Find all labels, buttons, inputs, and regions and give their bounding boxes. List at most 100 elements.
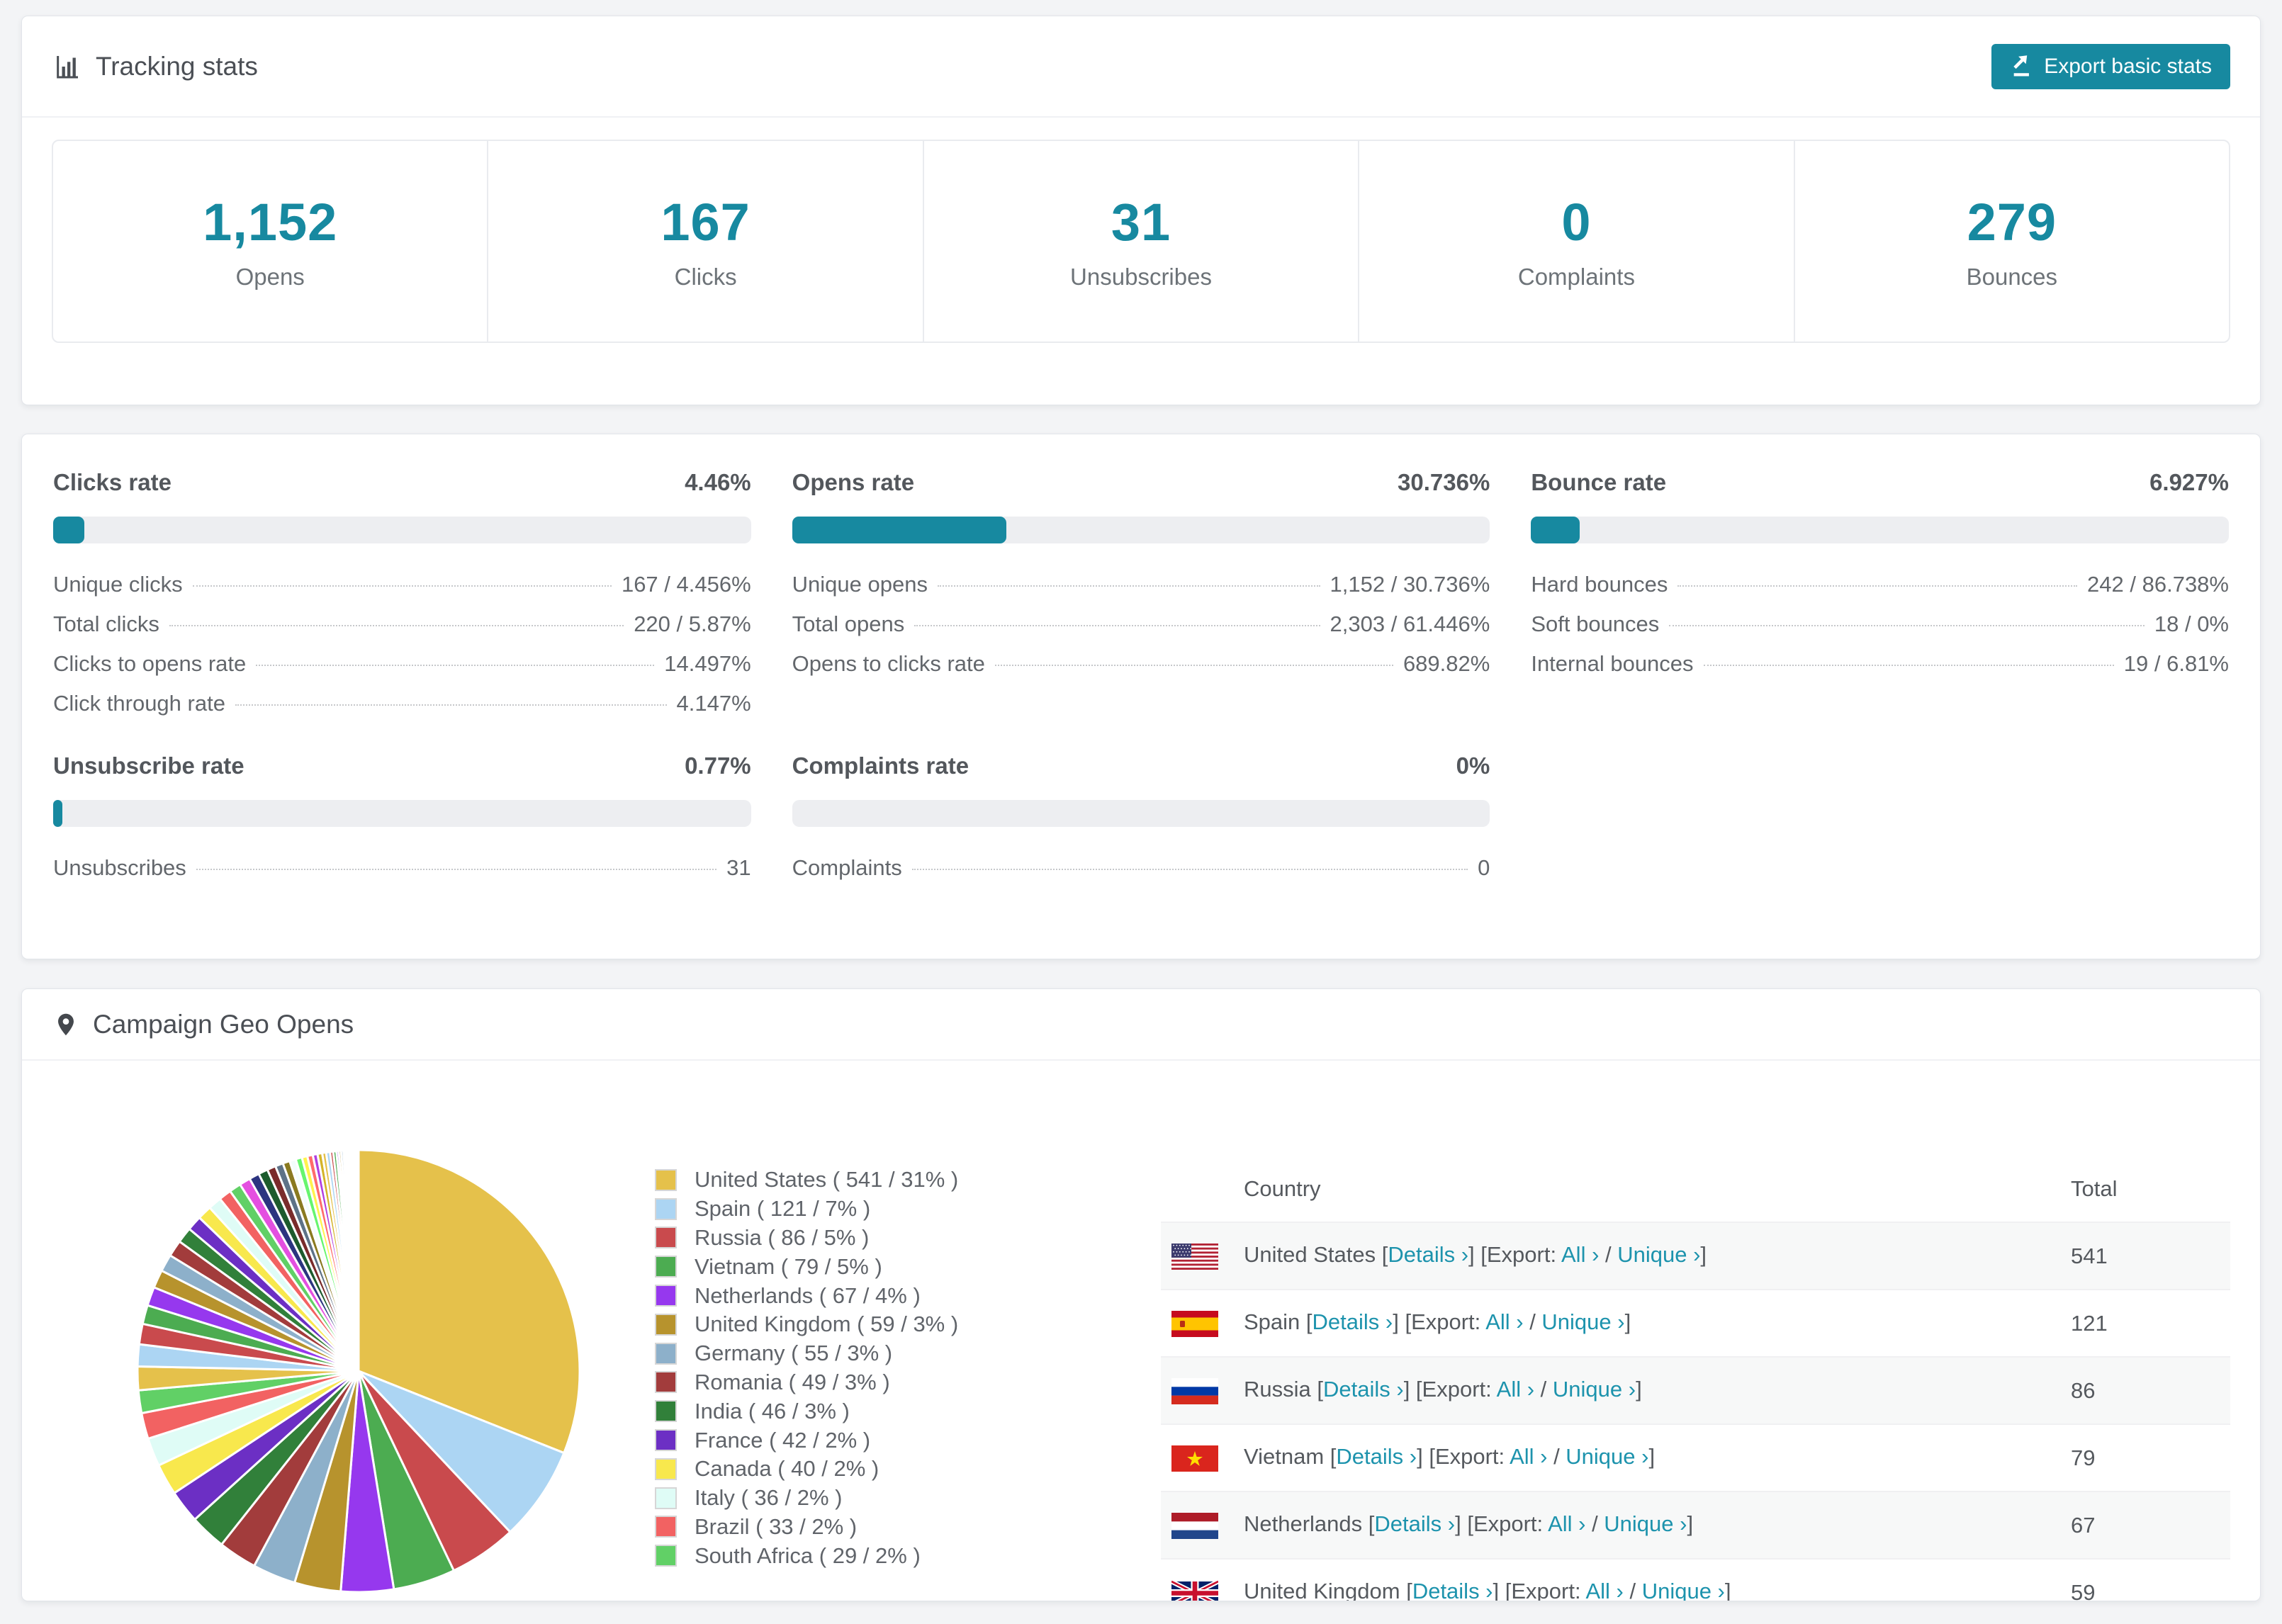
export-all-link[interactable]: All › [1497,1377,1534,1402]
rate-row-label: Hard bounces [1531,572,1668,597]
legend-label: Brazil ( 33 / 2% ) [695,1513,858,1539]
rate-row-label: Total clicks [53,611,159,636]
rate-value: 6.927% [2149,469,2229,495]
legend-swatch [655,1313,677,1336]
details-link[interactable]: Details › [1313,1309,1393,1334]
export-unique-link[interactable]: Unique › [1553,1377,1636,1402]
legend-swatch [655,1168,677,1191]
summary-stats-row: 1,152 Opens 167 Clicks 31 Unsubscribes 0… [52,140,2230,343]
export-unique-link[interactable]: Unique › [1566,1444,1648,1469]
rate-title: Complaints rate [792,752,969,779]
rate-row-value: 14.497% [664,651,751,676]
campaign-geo-opens-card: Campaign Geo Opens United States ( 541 /… [21,988,2261,1601]
legend-item[interactable]: South Africa ( 29 / 2% ) [655,1541,1080,1570]
geo-table-row: Netherlands [Details ›] [Export: All › /… [1161,1492,2230,1559]
export-unique-link[interactable]: Unique › [1604,1511,1687,1536]
country-name: Spain [1244,1309,1306,1335]
country-cell: Russia [Details ›] [Export: All › / Uniq… [1161,1357,2070,1424]
tracking-stats-header: Tracking stats Export basic stats [22,16,2260,118]
legend-label: United States ( 541 / 31% ) [695,1167,959,1192]
rate-title: Clicks rate [53,469,172,495]
rate-row-value: 689.82% [1403,651,1490,676]
country-total: 541 [2071,1243,2108,1268]
legend-item[interactable]: Romania ( 49 / 3% ) [655,1368,1080,1397]
rate-progress-fill [53,800,62,827]
flag-ru-icon [1171,1377,1218,1404]
flag-es-icon [1171,1310,1218,1337]
rate-row-label: Internal bounces [1531,651,1694,676]
legend-item[interactable]: United Kingdom ( 59 / 3% ) [655,1310,1080,1339]
export-unique-link[interactable]: Unique › [1541,1309,1624,1334]
export-basic-stats-button[interactable]: Export basic stats [1991,44,2230,89]
export-all-link[interactable]: All › [1548,1511,1585,1536]
rate-detail-row: Clicks to opens rate 14.497% [53,644,751,684]
legend-swatch [655,1487,677,1509]
legend-swatch [655,1197,677,1220]
legend-item[interactable]: Vietnam ( 79 / 5% ) [655,1252,1080,1281]
details-link[interactable]: Details › [1388,1242,1468,1267]
legend-label: Vietnam ( 79 / 5% ) [695,1253,882,1279]
country-total: 59 [2071,1579,2096,1601]
stat-label: Opens [235,264,305,290]
legend-item[interactable]: Russia ( 86 / 5% ) [655,1224,1080,1253]
export-all-link[interactable]: All › [1585,1579,1623,1601]
stat-value: 279 [1967,193,2057,252]
legend-label: Canada ( 40 / 2% ) [695,1456,879,1482]
export-unique-link[interactable]: Unique › [1617,1242,1700,1267]
rate-detail-row: Unique opens 1,152 / 30.736% [792,565,1490,604]
tracking-stats-card: Tracking stats Export basic stats 1,152 … [21,16,2261,405]
legend-label: United Kingdom ( 59 / 3% ) [695,1312,959,1337]
legend-item[interactable]: Brazil ( 33 / 2% ) [655,1513,1080,1542]
country-cell: Vietnam [Details ›] [Export: All › / Uni… [1161,1424,2070,1492]
flag-vn-icon [1171,1445,1218,1472]
rate-row-label: Unique clicks [53,572,183,597]
summary-stat-cell: 1,152 Opens [53,141,489,342]
stat-value: 1,152 [203,193,338,252]
rate-row-value: 167 / 4.456% [621,572,751,597]
rate-row-value: 4.147% [676,691,751,716]
export-all-link[interactable]: All › [1510,1444,1547,1469]
legend-item[interactable]: France ( 42 / 2% ) [655,1426,1080,1455]
country-cell: Netherlands [Details ›] [Export: All › /… [1161,1492,2070,1559]
geo-table-wrap: Country Total United States [Details ›] … [1161,1156,2230,1601]
legend-item[interactable]: Netherlands ( 67 / 4% ) [655,1281,1080,1310]
export-unique-link[interactable]: Unique › [1642,1579,1725,1601]
legend-item[interactable]: India ( 46 / 3% ) [655,1397,1080,1426]
tracking-stats-title: Tracking stats [96,51,258,81]
geo-table-row: Russia [Details ›] [Export: All › / Uniq… [1161,1357,2230,1424]
legend-item[interactable]: Spain ( 121 / 7% ) [655,1195,1080,1224]
legend-item[interactable]: Italy ( 36 / 2% ) [655,1484,1080,1513]
rate-detail-row: Unsubscribes 31 [53,848,751,888]
legend-label: France ( 42 / 2% ) [695,1427,871,1453]
rate-progress-fill [53,517,84,543]
legend-item[interactable]: Germany ( 55 / 3% ) [655,1339,1080,1368]
details-link[interactable]: Details › [1323,1377,1404,1402]
rate-row-label: Click through rate [53,691,225,716]
country-name: Russia [1244,1377,1317,1402]
rate-progress-fill [792,517,1007,543]
geo-opens-pie-chart[interactable] [132,1144,585,1598]
geo-table: Country Total United States [Details ›] … [1161,1156,2230,1601]
rate-row-label: Clicks to opens rate [53,651,247,676]
rate-detail-row: Total clicks 220 / 5.87% [53,604,751,644]
legend-swatch [655,1429,677,1452]
geo-header: Campaign Geo Opens [22,989,2260,1061]
details-link[interactable]: Details › [1374,1511,1455,1536]
rate-progress-track [53,517,751,543]
stat-label: Unsubscribes [1070,264,1212,290]
export-all-link[interactable]: All › [1561,1242,1599,1267]
details-link[interactable]: Details › [1412,1579,1493,1601]
pie-legend: United States ( 541 / 31% ) Spain ( 121 … [655,1166,1080,1570]
dotted-leader [1677,585,2078,587]
export-icon [2010,55,2034,79]
details-link[interactable]: Details › [1336,1444,1417,1469]
legend-item[interactable]: United States ( 541 / 31% ) [655,1166,1080,1195]
dotted-leader [914,625,1320,626]
legend-item[interactable]: Canada ( 40 / 2% ) [655,1455,1080,1484]
stat-value: 31 [1111,193,1171,252]
stat-label: Bounces [1966,264,2058,290]
export-all-link[interactable]: All › [1485,1309,1523,1334]
dotted-leader [196,869,717,870]
legend-swatch [655,1285,677,1307]
bar-chart-icon [53,52,82,81]
